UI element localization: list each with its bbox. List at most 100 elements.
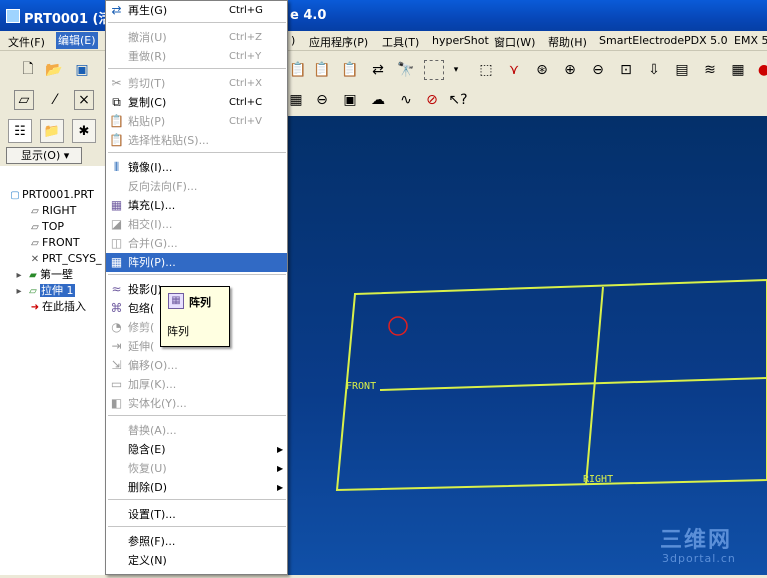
save-icon[interactable]: ▣ (72, 60, 92, 80)
menu-item-offset[interactable]: ⇲ 偏移(O)... (106, 356, 287, 375)
open-folder-icon[interactable]: 📂 (44, 60, 64, 80)
datum-plane-icon: ▱ (31, 238, 39, 249)
menu-partial[interactable]: ) (291, 34, 295, 47)
menu-item-replace[interactable]: 替换(A)... (106, 421, 287, 440)
layers-icon[interactable]: ≋ (700, 60, 720, 80)
spin-center-marker (388, 316, 408, 336)
menu-item-setup[interactable]: 设置(T)... (106, 505, 287, 524)
menu-item-copy[interactable]: ⧉ 复制(C) Ctrl+C (106, 93, 287, 112)
appearance-icon[interactable]: ● (754, 60, 767, 80)
repaint-icon[interactable]: ⬚ (476, 60, 496, 80)
scissors-icon: ✂ (111, 76, 122, 90)
menu-item-pattern[interactable]: ▦ 阵列(P)... (106, 253, 287, 272)
reorient-icon[interactable]: ⇩ (644, 60, 664, 80)
model-tree-tab-icon[interactable]: ☷ (8, 119, 32, 143)
regenerate-icon[interactable]: ⇄ (368, 60, 388, 80)
menu-item-merge[interactable]: ◫ 合并(G)... (106, 234, 287, 253)
selection-filter-icon[interactable] (424, 60, 444, 80)
watermark-url: 3dportal.cn (662, 552, 736, 565)
check-icon[interactable]: ⊘ (422, 90, 442, 110)
chevron-down-icon[interactable]: ▾ (446, 60, 466, 80)
menu-item-cut[interactable]: ✂ 剪切(T) Ctrl+X (106, 74, 287, 93)
pattern-tooltip: ▦ 阵列 阵列 (160, 286, 230, 347)
menu-item-paste-special[interactable]: 📋 选择性粘贴(S)... (106, 131, 287, 150)
menu-item-paste[interactable]: 📋 粘贴(P) Ctrl+V (106, 112, 287, 131)
zoom-out-icon[interactable]: ⊖ (588, 60, 608, 80)
datum-tool-icon[interactable]: ▦ (286, 90, 306, 110)
menu-separator (108, 22, 286, 23)
datum-axis-toggle-icon[interactable]: ⁄ (45, 90, 65, 110)
tree-item-root[interactable]: ▢ PRT0001.PRT (8, 188, 94, 202)
fill-icon: ▦ (110, 198, 123, 212)
menu-separator (108, 152, 286, 153)
paste-icon[interactable]: 📋 (288, 60, 308, 80)
expand-icon[interactable]: ▸ (12, 269, 26, 283)
find-icon[interactable]: 🔭 (396, 60, 416, 80)
menu-item-delete[interactable]: 删除(D) ▶ (106, 478, 287, 497)
menu-item-mirror[interactable]: ⫴ 镜像(I)... (106, 158, 287, 177)
graphics-window[interactable]: FRONT RIGHT 三维网 3dportal.cn (287, 116, 767, 575)
front-datum-label: FRONT (346, 381, 377, 392)
menu-help[interactable]: 帮助(H) (548, 34, 587, 50)
menu-item-solidify[interactable]: ◧ 实体化(Y)... (106, 394, 287, 413)
menu-smartelectrode[interactable]: SmartElectrode (599, 34, 684, 47)
cloud-icon[interactable]: ☁ (368, 90, 388, 110)
extrude-feature-icon: ▱ (29, 286, 37, 297)
menu-item-regenerate[interactable]: ⇄ 再生(G) Ctrl+G (106, 1, 287, 20)
tree-item-csys[interactable]: ✕ PRT_CSYS_ (28, 252, 102, 266)
panel-tabs: ☷ 📁 ✱ (0, 116, 106, 144)
analysis-icon[interactable]: ∿ (396, 90, 416, 110)
tree-item-front[interactable]: ▱ FRONT (28, 236, 79, 250)
menu-file[interactable]: 文件(F) (8, 34, 45, 50)
menu-pdx[interactable]: PDX 5.0 (684, 34, 728, 47)
datum-axis-icon[interactable]: ⊖ (312, 90, 332, 110)
datum-plane-toggle-icon[interactable]: ▱ (14, 90, 34, 110)
expand-icon[interactable]: ▸ (12, 285, 26, 299)
trim-icon: ◔ (111, 320, 122, 334)
spin-center-icon[interactable]: ⋎ (504, 60, 524, 80)
zoom-in-icon[interactable]: ⊕ (560, 60, 580, 80)
app-icon (6, 8, 20, 23)
menu-item-thicken[interactable]: ▭ 加厚(K)... (106, 375, 287, 394)
part-icon: ▢ (10, 190, 20, 201)
menu-item-undo[interactable]: 撤消(U) Ctrl+Z (106, 28, 287, 47)
menu-tools[interactable]: 工具(T) (382, 34, 419, 50)
datum-point-toggle-icon[interactable]: × (74, 90, 94, 110)
tree-item-extrude[interactable]: ▸ ▱ 拉伸 1 (12, 284, 75, 298)
tree-item-first-wall[interactable]: ▸ ▰ 第一壁 (12, 268, 73, 282)
menu-emx[interactable]: EMX 5. (734, 34, 767, 47)
new-file-icon[interactable]: 🗋 (18, 60, 38, 80)
window-title-suffix: e 4.0 (290, 8, 327, 23)
context-help-icon[interactable]: ↖? (448, 90, 468, 110)
regenerate-icon: ⇄ (111, 3, 122, 17)
menu-item-flip-normal[interactable]: 反向法向(F)... (106, 177, 287, 196)
project-icon: ≈ (111, 282, 122, 296)
show-dropdown[interactable]: 显示(O) ▾ (6, 147, 82, 164)
saved-views-icon[interactable]: ▤ (672, 60, 692, 80)
orient-mode-icon[interactable]: ⊛ (532, 60, 552, 80)
insert-arrow-icon: ➜ (30, 302, 40, 313)
menu-item-suppress[interactable]: 隐含(E) ▶ (106, 440, 287, 459)
favorites-tab-icon[interactable]: ✱ (72, 119, 96, 143)
tree-item-top[interactable]: ▱ TOP (28, 220, 64, 234)
menu-item-resume[interactable]: 恢复(U) ▶ (106, 459, 287, 478)
view-manager-icon[interactable]: ▦ (728, 60, 748, 80)
tree-item-right[interactable]: ▱ RIGHT (28, 204, 76, 218)
refit-icon[interactable]: ⊡ (616, 60, 636, 80)
menu-item-definition[interactable]: 定义(N) (106, 551, 287, 570)
menu-separator (108, 415, 286, 416)
tooltip-title: 阵列 (189, 296, 211, 309)
model-info-icon[interactable]: ▣ (340, 90, 360, 110)
tree-item-insert-here[interactable]: ➜ 在此插入 (28, 300, 86, 314)
menu-applications[interactable]: 应用程序(P) (309, 34, 368, 50)
submenu-arrow-icon: ▶ (277, 483, 284, 492)
menu-item-intersect[interactable]: ◪ 相交(I)... (106, 215, 287, 234)
menu-item-fill[interactable]: ▦ 填充(L)... (106, 196, 287, 215)
menu-item-redo[interactable]: 重做(R) Ctrl+Y (106, 47, 287, 66)
menu-edit[interactable]: 编辑(E) (56, 32, 98, 49)
menu-window[interactable]: 窗口(W) (494, 34, 535, 50)
model-tree-panel: ☷ 📁 ✱ 显示(O) ▾ ▢ PRT0001.PRT ▱ RIGHT ▱ TOP ▱… (0, 116, 106, 575)
menu-hypershot[interactable]: hyperShot (432, 34, 489, 47)
menu-item-references[interactable]: 参照(F)... (106, 532, 287, 551)
folder-browser-tab-icon[interactable]: 📁 (40, 119, 64, 143)
